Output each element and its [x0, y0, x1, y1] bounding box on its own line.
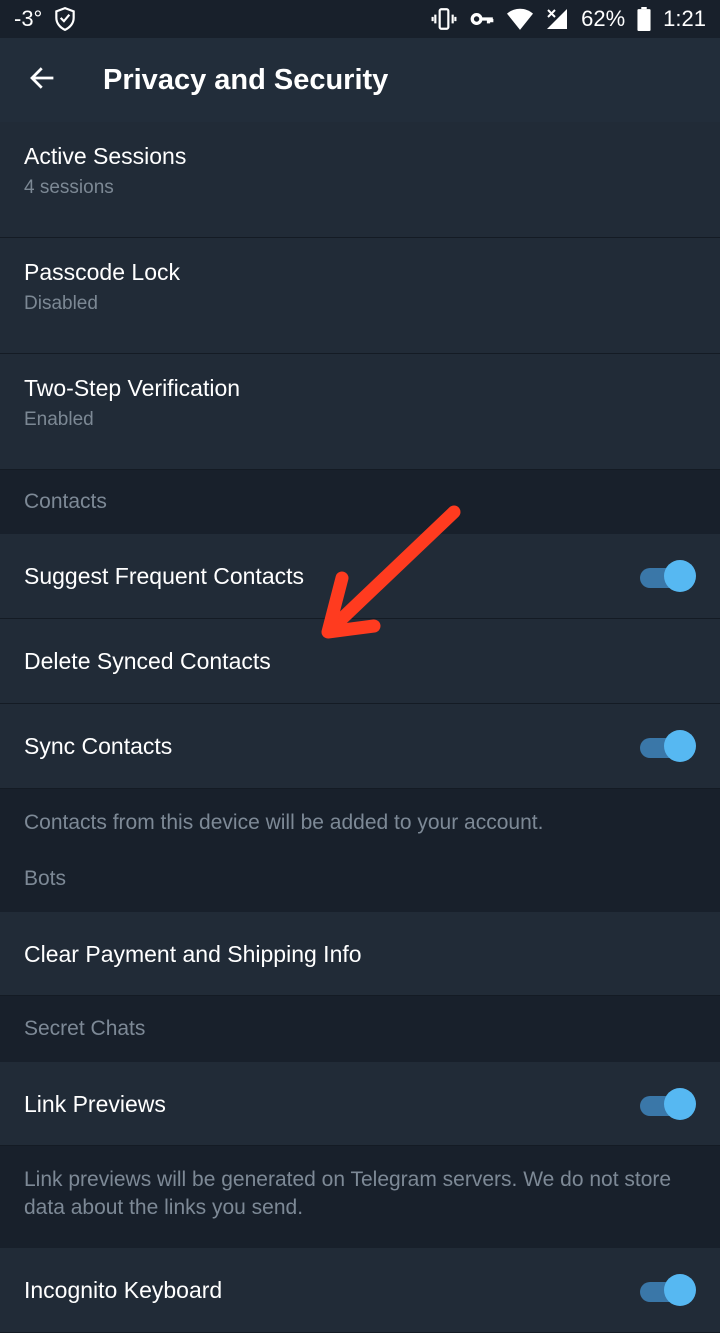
vpn-key-icon	[469, 6, 495, 32]
back-button[interactable]	[14, 52, 70, 108]
toggle-thumb	[664, 1087, 696, 1120]
two-step-verification-value: Enabled	[24, 409, 94, 430]
status-bar: -3° 62% 1:21	[0, 0, 720, 38]
contacts-section-header: Contacts	[0, 470, 720, 534]
delete-synced-contacts-row[interactable]: Delete Synced Contacts	[0, 619, 720, 704]
signal-icon	[545, 7, 569, 31]
contacts-info-text: Contacts from this device will be added …	[0, 789, 720, 846]
link-previews-row[interactable]: Link Previews	[0, 1062, 720, 1146]
settings-list: Active Sessions 4 sessions Passcode Lock…	[0, 122, 720, 1333]
active-sessions-value: 4 sessions	[24, 177, 114, 198]
link-previews-toggle[interactable]	[638, 1087, 696, 1120]
vibrate-icon	[431, 6, 457, 32]
clear-payment-label: Clear Payment and Shipping Info	[24, 941, 362, 967]
app-bar: Privacy and Security	[0, 38, 720, 123]
link-previews-info-text: Link previews will be generated on Teleg…	[0, 1146, 720, 1248]
wifi-icon	[507, 7, 534, 31]
incognito-keyboard-row[interactable]: Incognito Keyboard	[0, 1248, 720, 1333]
bots-section-header: Bots	[0, 846, 720, 912]
link-previews-label: Link Previews	[24, 1091, 166, 1117]
passcode-lock-row[interactable]: Passcode Lock Disabled	[0, 238, 720, 354]
incognito-keyboard-toggle[interactable]	[638, 1274, 696, 1306]
toggle-thumb	[664, 1274, 696, 1306]
suggest-frequent-contacts-label: Suggest Frequent Contacts	[24, 563, 304, 589]
sync-contacts-row[interactable]: Sync Contacts	[0, 704, 720, 789]
arrow-left-icon	[27, 63, 57, 98]
shield-icon	[52, 6, 78, 32]
clock-text: 1:21	[663, 6, 706, 31]
two-step-verification-row[interactable]: Two-Step Verification Enabled	[0, 354, 720, 470]
active-sessions-row[interactable]: Active Sessions 4 sessions	[0, 122, 720, 238]
delete-synced-contacts-label: Delete Synced Contacts	[24, 648, 271, 674]
suggest-frequent-contacts-toggle[interactable]	[638, 560, 696, 592]
temperature-text: -3°	[14, 6, 43, 31]
sync-contacts-toggle[interactable]	[638, 730, 696, 762]
secret-chats-section-header: Secret Chats	[0, 996, 720, 1062]
clear-payment-row[interactable]: Clear Payment and Shipping Info	[0, 912, 720, 996]
suggest-frequent-contacts-row[interactable]: Suggest Frequent Contacts	[0, 534, 720, 619]
incognito-keyboard-label: Incognito Keyboard	[24, 1277, 223, 1303]
two-step-verification-label: Two-Step Verification	[24, 375, 241, 401]
battery-percent-text: 62%	[581, 6, 626, 31]
battery-icon	[637, 7, 651, 31]
passcode-lock-label: Passcode Lock	[24, 259, 180, 285]
toggle-thumb	[664, 730, 696, 762]
page-title: Privacy and Security	[103, 64, 389, 96]
sync-contacts-label: Sync Contacts	[24, 733, 173, 759]
active-sessions-label: Active Sessions	[24, 143, 187, 169]
passcode-lock-value: Disabled	[24, 293, 98, 314]
toggle-thumb	[664, 560, 696, 592]
